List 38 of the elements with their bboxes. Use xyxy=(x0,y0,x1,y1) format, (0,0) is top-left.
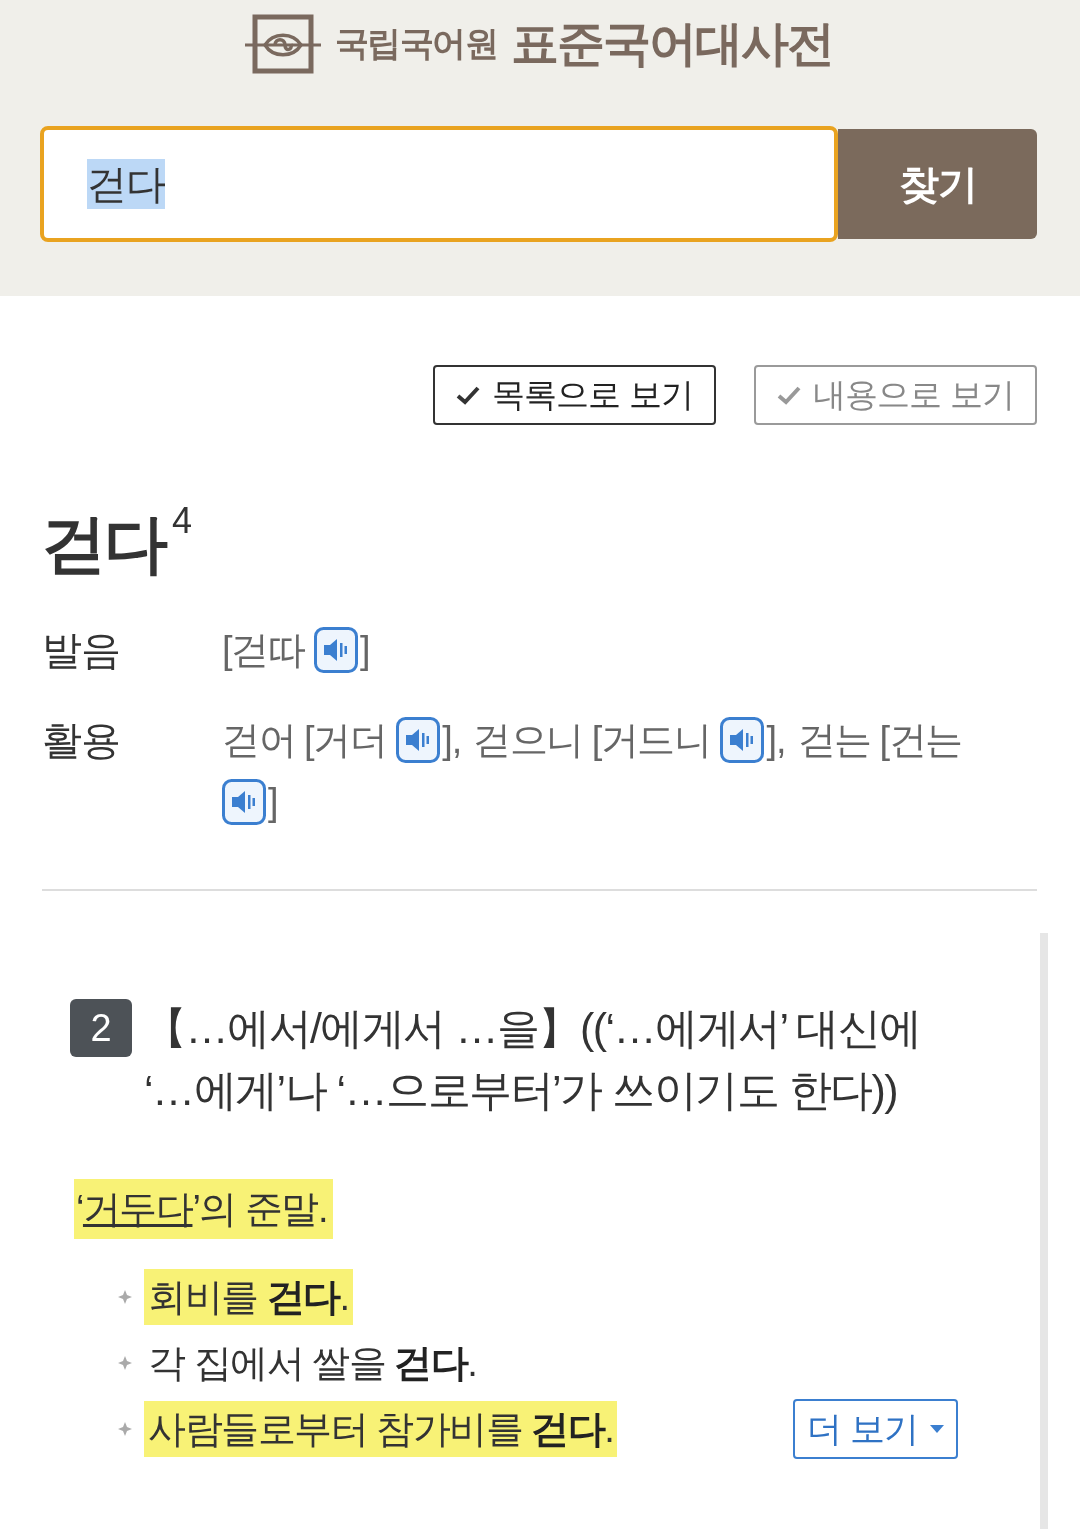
pronunciation-text: 걷어 [거더 xyxy=(222,718,387,763)
example-text: 사람들로부터 참가비를 걷다. xyxy=(144,1401,618,1457)
check-icon xyxy=(777,385,802,405)
bracket-text: ] xyxy=(268,780,278,825)
check-icon xyxy=(456,385,481,405)
logo-icon xyxy=(244,14,321,74)
speaker-icon[interactable] xyxy=(720,717,765,763)
pronunciation-text: 걷는 [건는 xyxy=(797,718,962,763)
search-field[interactable]: 걷다 xyxy=(40,126,838,242)
speaker-icon[interactable] xyxy=(396,717,441,763)
bracket-text: ] xyxy=(360,628,370,673)
headword: 걷다 xyxy=(42,507,166,582)
word-link[interactable]: 거두다 xyxy=(82,1188,193,1230)
logo-title-text: 표준국어대사전 xyxy=(511,16,834,72)
grammar-text: 【…에서/에게서 …을】((‘…에게서’ 대신에 ‘…에게’나 ‘…으로부터’가 쓰이기도 한다)) xyxy=(144,1003,922,1116)
info-label: 발음 xyxy=(42,627,120,674)
speaker-icon[interactable] xyxy=(314,627,359,673)
homonym-number: 4 xyxy=(172,501,193,541)
bullet-icon xyxy=(118,1290,132,1304)
view-toggle-button[interactable]: 목록으로 보기 xyxy=(433,365,716,425)
info-label: 활용 xyxy=(42,717,120,764)
search-button[interactable]: 찾기 xyxy=(838,129,1037,239)
sense-number: 2 xyxy=(70,999,132,1057)
caret-icon xyxy=(929,1425,944,1433)
logo-org-text: 국립국어원 xyxy=(334,23,498,64)
view-toggle-button[interactable]: 내용으로 보기 xyxy=(754,365,1037,425)
speaker-icon[interactable] xyxy=(222,779,266,825)
pronunciation-text: 걷으니 [거드니 xyxy=(473,718,711,763)
pronunciation-text: [걷따 xyxy=(222,628,305,673)
example-text: 각 집에서 쌀을 걷다. xyxy=(147,1341,478,1386)
example-text: 회비를 걷다. xyxy=(144,1269,353,1325)
definition-text: ‘거두다’의 준말. xyxy=(74,1179,333,1239)
bullet-icon xyxy=(118,1356,132,1370)
search-value: 걷다 xyxy=(87,159,165,209)
more-button[interactable]: 더 보기 xyxy=(793,1399,958,1459)
bullet-icon xyxy=(118,1422,132,1436)
bracket-text: ], xyxy=(766,718,786,763)
bracket-text: ], xyxy=(442,718,462,763)
